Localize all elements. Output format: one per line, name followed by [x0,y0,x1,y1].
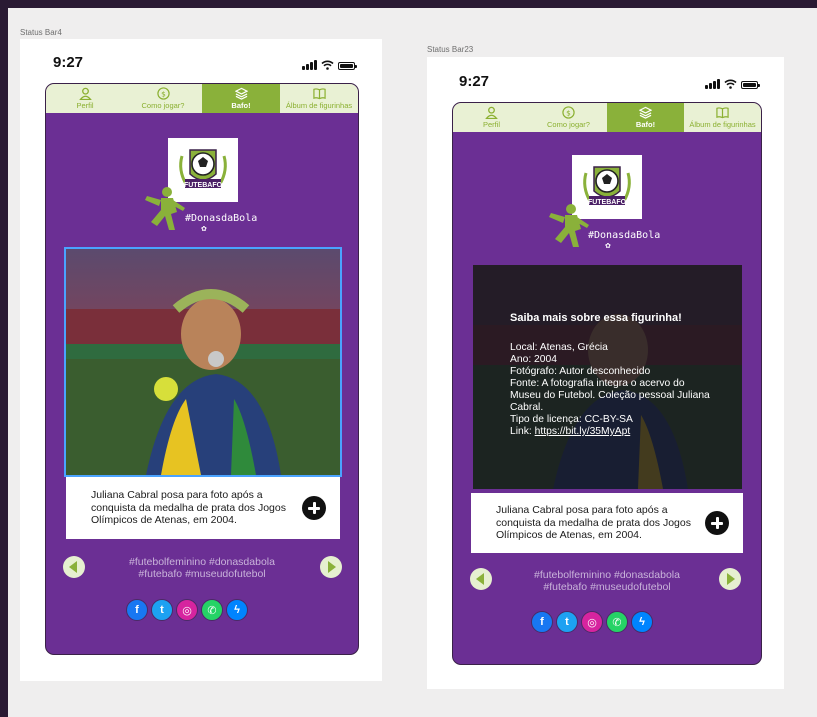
tab-como-jogar[interactable]: $ Como jogar? [530,103,607,132]
sticker-photo[interactable] [64,247,342,477]
player-silhouette-icon [549,204,589,247]
player-silhouette-icon [145,187,185,230]
hashtag-line: #futebolfeminino #donasdabola [129,556,275,568]
tab-label: Como jogar? [141,101,185,110]
dollar-icon: $ [156,87,170,100]
signal-icon [302,60,317,70]
tab-label: Perfil [76,101,94,110]
sticker-photo-flipped[interactable]: Saiba mais sobre essa figurinha! Local: … [473,265,742,489]
status-icons [302,59,357,70]
artboard: 9:27 Perfil $ Como jogar? Bafo! Álbum de… [20,39,382,681]
tab-como-jogar[interactable]: $ Como jogar? [124,84,202,113]
tab-label: Perfil [482,120,501,129]
caption-card: Juliana Cabral posa para foto após a con… [66,477,340,539]
hashtag-line: #futebolfeminino #donasdabola [534,569,680,581]
info-link-row: Link: https://bit.ly/35MyApt [510,426,742,438]
tab-bar: Perfil $ Como jogar? Bafo! Álbum de figu… [46,84,358,113]
hashtag-line: #futebafo #museudofutebol [138,568,266,580]
facebook-icon[interactable]: f [531,611,553,633]
app-screen: Perfil $ Como jogar? Bafo! Álbum de figu… [452,102,762,665]
user-icon [485,106,498,119]
chevron-right-icon [727,573,735,585]
instagram-icon[interactable]: ◎ [581,611,603,633]
prev-arrow-button[interactable] [470,568,492,590]
photo-juliana-cabral [66,249,340,475]
messenger-icon[interactable]: ϟ [631,611,653,633]
info-ano: Ano: 2004 [510,354,557,365]
tab-bafo[interactable]: Bafo! [202,84,280,113]
hashtags: #futebolfeminino #donasdabola #futebafo … [503,569,711,593]
info-link[interactable]: https://bit.ly/35MyApt [535,426,631,437]
hashtag-line: #futebafo #museudofutebol [543,581,671,593]
layers-icon [234,87,248,100]
tab-album[interactable]: Álbum de figurinhas [684,103,761,132]
info-fotografo: Fotógrafo: Autor desconhecido [510,366,651,377]
sparkle-icon: ✿ [605,243,611,250]
add-plus-button[interactable] [302,496,326,520]
battery-icon [338,62,357,70]
tab-label: Bafo! [231,101,251,110]
caption-text: Juliana Cabral posa para foto após a con… [91,489,286,527]
status-icons [705,78,760,89]
info-fonte: Fonte: A fotografia integra o acervo do … [510,378,710,413]
sticker-info-overlay: Saiba mais sobre essa figurinha! Local: … [473,265,742,489]
tab-bafo[interactable]: Bafo! [607,103,684,132]
hashtags: #futebolfeminino #donasdabola #futebafo … [96,556,308,580]
brand-hashtag: #DonasdaBola [185,213,258,224]
chevron-left-icon [476,573,484,585]
brand-hashtag: #DonasdaBola [588,230,661,241]
status-time: 9:27 [459,73,490,90]
user-icon [78,87,92,100]
facebook-icon[interactable]: f [126,599,148,621]
layers-icon [639,106,652,119]
whatsapp-icon[interactable]: ✆ [606,611,628,633]
svg-text:$: $ [161,89,166,98]
tab-bar: Perfil $ Como jogar? Bafo! Álbum de figu… [453,103,761,132]
whatsapp-icon[interactable]: ✆ [201,599,223,621]
wifi-icon [724,79,737,89]
share-bar: f t ◎ ✆ ϟ [126,599,248,621]
signal-icon [705,79,720,89]
info-local: Local: Atenas, Grécia [510,342,608,353]
artboard-label: Status Bar4 [20,28,62,37]
info-link-label: Link: [510,426,532,437]
wifi-icon [321,60,334,70]
add-plus-button[interactable] [705,511,729,535]
app-screen: Perfil $ Como jogar? Bafo! Álbum de figu… [45,83,359,655]
artboard: 9:27 Perfil $ Como jogar? Bafo! Álbum de… [427,57,784,689]
tab-label: Como jogar? [547,120,590,129]
tab-perfil[interactable]: Perfil [46,84,124,113]
info-title: Saiba mais sobre essa figurinha! [510,312,682,324]
chevron-left-icon [69,561,77,573]
tab-label: Bafo! [635,120,656,129]
twitter-icon[interactable]: t [556,611,578,633]
messenger-icon[interactable]: ϟ [226,599,248,621]
caption-card: Juliana Cabral posa para foto após a con… [471,493,743,553]
twitter-icon[interactable]: t [151,599,173,621]
chevron-right-icon [328,561,336,573]
instagram-icon[interactable]: ◎ [176,599,198,621]
book-icon [312,88,326,100]
dollar-icon: $ [562,106,575,119]
tab-label: Álbum de figurinhas [689,120,756,129]
next-arrow-button[interactable] [320,556,342,578]
tab-label: Álbum de figurinhas [285,101,353,110]
book-icon [716,107,729,119]
share-bar: f t ◎ ✆ ϟ [531,611,653,633]
artboard-label: Status Bar23 [427,45,474,54]
status-time: 9:27 [53,54,84,71]
prev-arrow-button[interactable] [63,556,85,578]
tab-perfil[interactable]: Perfil [453,103,530,132]
svg-text:$: $ [566,108,571,117]
next-arrow-button[interactable] [719,568,741,590]
sparkle-icon: ✿ [201,226,207,233]
caption-text: Juliana Cabral posa para foto após a con… [496,504,691,542]
info-licenca: Tipo de licença: CC-BY-SA [510,414,633,425]
battery-icon [741,81,760,89]
tab-album[interactable]: Álbum de figurinhas [280,84,358,113]
